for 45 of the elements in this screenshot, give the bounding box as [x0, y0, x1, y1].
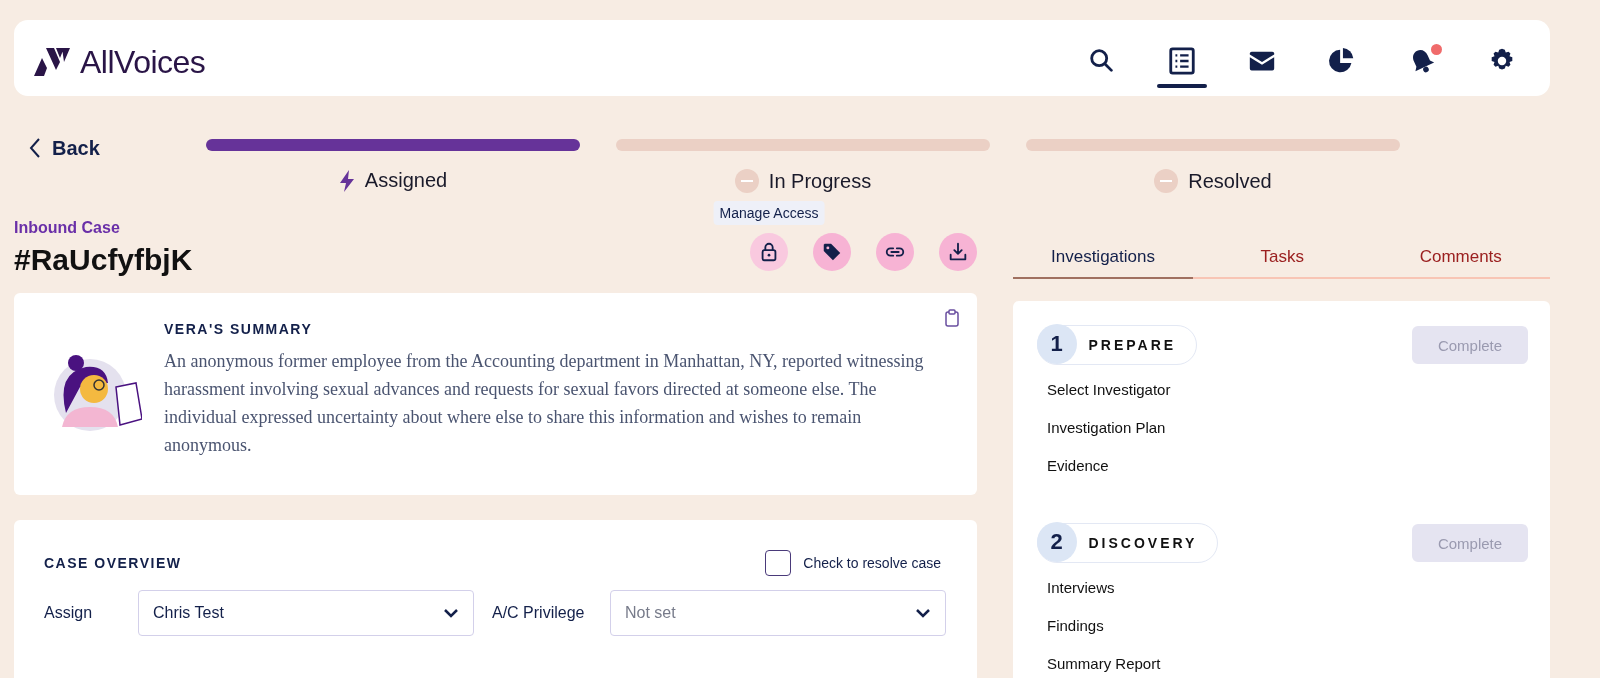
tooltip: Manage Access — [713, 201, 825, 225]
tag-button[interactable] — [813, 233, 851, 271]
tab[interactable]: Tasks — [1193, 247, 1372, 279]
checkbox[interactable] — [765, 550, 792, 576]
back-button[interactable]: Back — [14, 139, 206, 157]
list-icon — [1167, 46, 1197, 76]
resolve-checkbox[interactable]: Check to resolve case — [765, 550, 941, 576]
phase-number: 1 — [1036, 324, 1077, 365]
phase-item[interactable]: Findings — [1047, 607, 1528, 645]
clipboard-icon[interactable] — [945, 309, 959, 327]
chevron-down-icon — [443, 608, 459, 618]
phase-number: 2 — [1036, 522, 1077, 563]
logo-text: AllVoices — [80, 43, 206, 81]
download-button[interactable] — [939, 233, 977, 271]
select-field[interactable]: Not set — [610, 590, 946, 636]
logo-icon — [34, 48, 70, 76]
step-label: Assigned — [364, 169, 448, 192]
tab[interactable]: Investigations — [1013, 247, 1193, 279]
phase-title: DISCOVERY — [1088, 535, 1198, 551]
overview-title: CASE OVERVIEW — [44, 555, 182, 571]
minus-circle-icon — [1154, 169, 1179, 193]
chevron-left-icon — [28, 137, 42, 159]
field-label: A/C Privilege — [492, 604, 586, 622]
phase-item[interactable]: Evidence — [1047, 447, 1528, 485]
case-id: #RaUcfyfbjK — [14, 243, 193, 277]
phase-item[interactable]: Select Investigator — [1047, 371, 1528, 409]
phase-title: PREPARE — [1088, 337, 1177, 353]
phase-item[interactable]: Summary Report — [1047, 645, 1528, 678]
download-icon — [947, 241, 969, 263]
minus-circle-icon — [734, 169, 759, 193]
step-label: Resolved — [1188, 169, 1272, 193]
summary-text: An anonymous former employee from the Accounting department in Manhattan, NY, reported witnessing harassment involving sexual advances and requests for sexual favors directed at someone else. The individual expressed uncertainty about where else to share this information and wishes to remain anonymous. — [164, 350, 925, 457]
lightning-icon — [338, 169, 355, 192]
notification-dot — [1431, 44, 1442, 55]
select-field[interactable]: Chris Test — [138, 590, 474, 636]
link-button[interactable] — [876, 233, 914, 271]
case-type: Inbound Case — [14, 219, 121, 237]
tab[interactable]: Comments — [1371, 247, 1550, 279]
step-label: In Progress — [768, 169, 872, 193]
tag-icon — [821, 241, 843, 263]
field-label: Assign — [44, 604, 94, 622]
chevron-down-icon — [915, 608, 931, 618]
summary-title: VERA'S SUMMARY — [164, 321, 314, 337]
phase-item[interactable]: Interviews — [1047, 569, 1528, 607]
phase-item[interactable]: Investigation Plan — [1047, 409, 1528, 447]
